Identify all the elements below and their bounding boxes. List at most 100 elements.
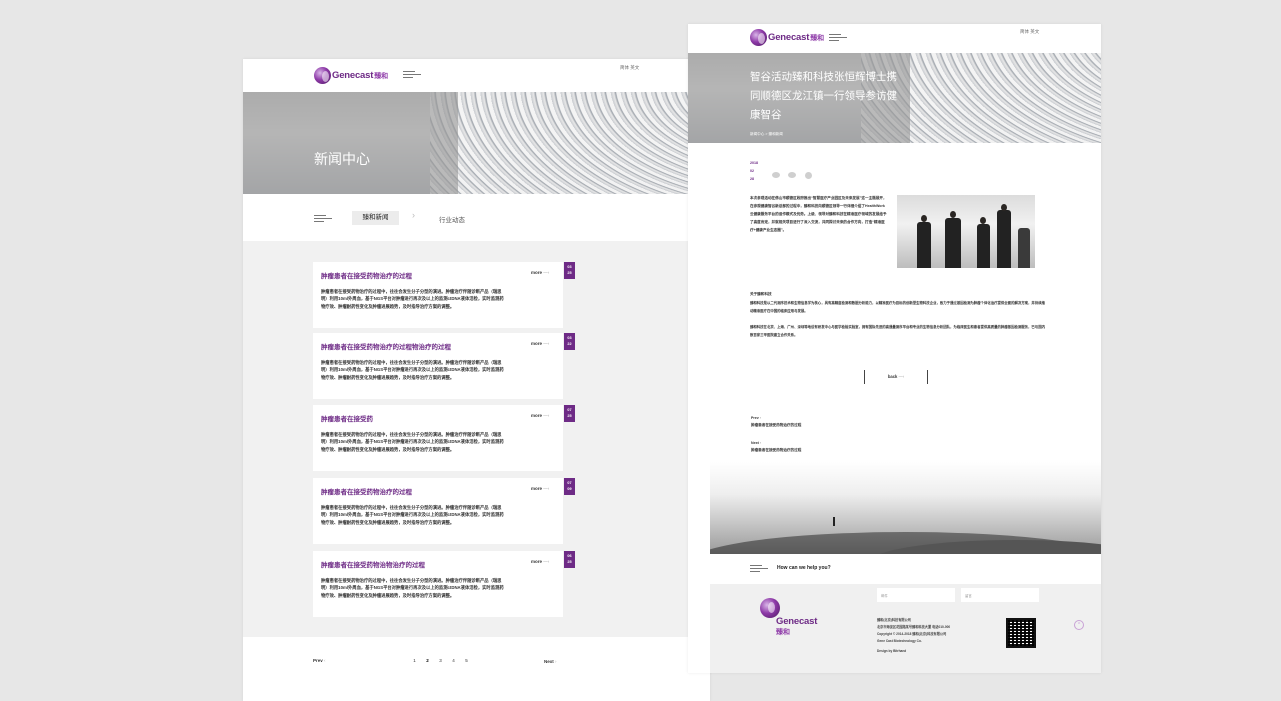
photo-person xyxy=(917,222,931,268)
breadcrumb[interactable]: 新闻中心 > 臻和新闻 xyxy=(750,132,783,137)
hamburger-menu-icon[interactable] xyxy=(403,71,421,79)
photo-person-head xyxy=(921,215,927,222)
next-label: Next xyxy=(544,659,554,664)
news-title[interactable]: 肿瘤患者在接受药物治物治疗的过程 xyxy=(321,559,425,569)
email-input[interactable]: 邮件 xyxy=(877,588,955,602)
news-card[interactable]: 肿瘤患者在接受药物治疗的过程物治疗的过程 more —› 肿瘤患者在接受药物治疗… xyxy=(313,333,563,399)
page-number[interactable]: 5 xyxy=(460,658,473,663)
next-page-button[interactable]: Next › xyxy=(544,659,557,664)
header: Genecast 臻和 简体 英文 xyxy=(243,59,710,92)
page-number-current[interactable]: 2 xyxy=(421,658,434,663)
help-bar: How can we help you? xyxy=(710,554,1101,584)
news-summary: 肿瘤患者在接受药物治疗的过程中，往往会发生分子分型的演进。肿瘤治疗伴随诊断产品（… xyxy=(321,360,504,380)
back-button[interactable]: back —› xyxy=(864,370,928,384)
tab-industry-news[interactable]: 行业动态 xyxy=(439,214,465,224)
news-card[interactable]: 肿瘤患者在接受药物治疗的过程 more —› 肿瘤患者在接受药物治疗的过程中，往… xyxy=(313,262,563,328)
news-title[interactable]: 肿瘤患者在接受药 xyxy=(321,413,373,423)
footer-logo-text: Genecast xyxy=(776,616,818,627)
more-label: more xyxy=(531,486,543,491)
more-label: more xyxy=(531,559,543,564)
about-paragraph: 臻和科技是以二代测序技术和生物信息学为核心，具有高精度检测和数据分析能力，以精准… xyxy=(750,301,1045,313)
chevron-right-icon: › xyxy=(412,210,415,220)
weibo-share-icon[interactable] xyxy=(772,172,780,178)
news-summary: 肿瘤患者在接受药物治疗的过程中，往往会发生分子分型的演进。肿瘤治疗伴随诊断产品（… xyxy=(321,432,504,452)
next-article-title[interactable]: 肿瘤患者在接受药物治疗的过程 xyxy=(751,447,801,454)
page-number[interactable]: 3 xyxy=(434,658,447,663)
date-badge: 03 25 xyxy=(564,262,575,279)
tab-genecast-news[interactable]: 臻和新闻 xyxy=(352,211,399,225)
list-icon xyxy=(314,215,332,223)
news-list-page: Genecast 臻和 简体 英文 新闻中心 臻和新闻 › 行业动态 肿瘤患者在… xyxy=(243,59,710,701)
arrow-right-icon: —› xyxy=(543,486,550,491)
prev-article-title[interactable]: 肿瘤患者在接受药物治疗的过程 xyxy=(751,422,801,429)
company-name: 臻和(北京)科技有限公司 xyxy=(877,618,911,622)
news-card[interactable]: 肿瘤患者在接受药物治疗的过程 more —› 肿瘤患者在接受药物治疗的过程中，往… xyxy=(313,478,563,544)
news-card[interactable]: 肿瘤患者在接受药 more —› 肿瘤患者在接受药物治疗的过程中，往往会发生分子… xyxy=(313,405,563,471)
next-article[interactable]: Next › 肿瘤患者在接受药物治疗的过程 xyxy=(751,440,801,454)
news-title[interactable]: 肿瘤患者在接受药物治疗的过程 xyxy=(321,486,412,496)
date-badge: 07 09 xyxy=(564,478,575,495)
arrow-right-icon: —› xyxy=(543,559,550,564)
more-link[interactable]: more —› xyxy=(531,270,549,275)
photo-person xyxy=(1018,228,1030,268)
article-date: 2018 02 28 xyxy=(750,159,758,183)
footer-logo[interactable]: Genecast 臻和 xyxy=(760,598,817,637)
photo-person-head xyxy=(1001,204,1007,211)
about-paragraph: 臻和科技在北京、上海、广州、深圳等地设有研发中心与医学检验实验室，拥有国际先进的… xyxy=(750,325,1045,337)
more-label: more xyxy=(531,341,543,346)
page-numbers: 12345 xyxy=(408,658,473,663)
about-title: 关于臻和科技 xyxy=(750,292,772,296)
language-switch[interactable]: 简体 英文 xyxy=(620,65,639,71)
news-summary: 肿瘤患者在接受药物治疗的过程中，往往会发生分子分型的演进。肿瘤治疗伴随诊断产品（… xyxy=(321,505,504,525)
arrow-right-icon: —› xyxy=(543,341,550,346)
page-number[interactable]: 1 xyxy=(408,658,421,663)
message-input[interactable]: 留言 xyxy=(961,588,1039,602)
more-link[interactable]: more —› xyxy=(531,486,549,491)
more-label: more xyxy=(531,413,543,418)
news-summary: 肿瘤患者在接受药物治疗的过程中，往往会发生分子分型的演进。肿瘤治疗伴随诊断产品（… xyxy=(321,289,504,309)
page-title: 新闻中心 xyxy=(314,151,370,167)
logo-text: Genecast xyxy=(332,70,374,81)
news-card[interactable]: 肿瘤患者在接受药物治物治疗的过程 more —› 肿瘤患者在接受药物治疗的过程中… xyxy=(313,551,563,617)
chevron-left-icon: ‹ xyxy=(324,658,326,663)
photo-person xyxy=(977,224,990,268)
prev-article[interactable]: Prev › 肿瘤患者在接受药物治疗的过程 xyxy=(751,415,801,429)
hamburger-menu-icon[interactable] xyxy=(829,34,847,42)
article-photo xyxy=(897,195,1035,268)
back-label: back xyxy=(887,374,898,379)
date-month: 02 xyxy=(750,169,754,173)
company-address: 北京市海淀区花园路某号臻和科技大厦 电话010-000 xyxy=(877,625,951,629)
back-to-top-icon[interactable]: ^ xyxy=(1074,620,1084,630)
date-badge: 06 25 xyxy=(564,551,575,568)
wechat-share-icon[interactable] xyxy=(788,172,796,178)
news-title[interactable]: 肿瘤患者在接受药物治疗的过程物治疗的过程 xyxy=(321,341,451,351)
date-month: 22 xyxy=(567,342,572,346)
date-day: 28 xyxy=(750,177,754,181)
help-text: How can we help you? xyxy=(777,565,831,571)
qr-code-icon xyxy=(1006,618,1036,648)
more-link[interactable]: more —› xyxy=(531,413,549,418)
hero-banner: 新闻中心 xyxy=(243,92,710,194)
article-detail-page: Genecast 臻和 简体 英文 智谷活动臻和科技张恒辉博士携同顺德区龙江镇一… xyxy=(688,24,1101,673)
genecast-logo[interactable]: Genecast 臻和 xyxy=(750,29,824,46)
photo-person-head xyxy=(980,217,986,224)
category-tabs: 臻和新闻 › 行业动态 xyxy=(243,194,710,241)
arrow-right-icon: —› xyxy=(543,270,550,275)
news-title[interactable]: 肿瘤患者在接受药物治疗的过程 xyxy=(321,270,412,280)
more-link[interactable]: more —› xyxy=(531,559,549,564)
footer: Genecast 臻和 邮件 留言 臻和(北京)科技有限公司 北京市海淀区花园路… xyxy=(710,584,1101,673)
logo-cn: 臻和 xyxy=(810,34,825,42)
more-label: more xyxy=(531,270,543,275)
genecast-logo[interactable]: Genecast 臻和 xyxy=(314,67,388,84)
page-number[interactable]: 4 xyxy=(447,658,460,663)
arrow-right-icon: —› xyxy=(898,374,905,379)
language-switch[interactable]: 简体 英文 xyxy=(1020,29,1039,35)
arrow-right-icon: —› xyxy=(543,413,550,418)
person-silhouette xyxy=(833,517,835,526)
chevron-right-icon: › xyxy=(555,659,557,664)
book-pages-image xyxy=(430,92,710,194)
qq-share-icon[interactable] xyxy=(805,172,812,179)
prev-page-button[interactable]: Prev ‹ xyxy=(313,658,326,663)
more-link[interactable]: more —› xyxy=(531,341,549,346)
photo-person-head xyxy=(950,211,956,218)
